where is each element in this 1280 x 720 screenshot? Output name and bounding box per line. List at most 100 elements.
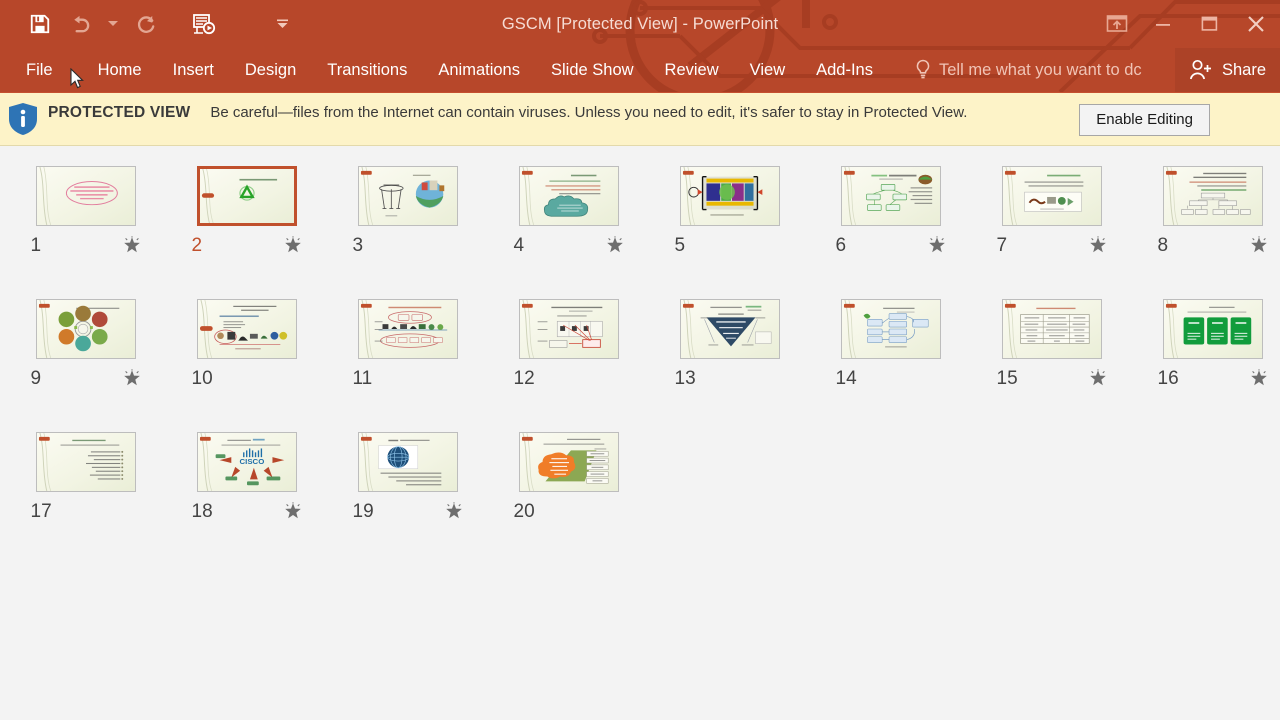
slide-preview[interactable] [840,166,941,226]
slide-thumbnail-image[interactable] [196,166,297,226]
slide-thumbnail-3[interactable]: 3 [332,166,483,299]
slide-preview[interactable] [357,166,458,226]
slide-thumbnail-6[interactable]: 6 [815,166,966,299]
slide-meta: 13 [675,365,785,391]
slide-thumbnail-15[interactable]: 15 [976,299,1127,432]
maximize-button[interactable] [1186,2,1232,46]
slide-thumbnail-image[interactable] [518,299,619,359]
ribbon-display-options-button[interactable] [1094,2,1140,46]
slide-preview[interactable] [1162,166,1263,226]
tab-review[interactable]: Review [665,48,719,92]
animation-star-icon [1089,369,1106,386]
tab-add-ins[interactable]: Add-Ins [816,48,873,92]
slide-thumbnail-12[interactable]: 12 [493,299,644,432]
save-button[interactable] [20,4,60,44]
slide-preview[interactable] [35,432,136,492]
tab-home[interactable]: Home [98,48,142,92]
close-button[interactable] [1232,2,1280,46]
slide-thumbnail-8[interactable]: 8 [1137,166,1280,299]
tell-me-search[interactable]: Tell me what you want to dc [915,59,1142,81]
slide-preview[interactable] [196,299,297,359]
slide-thumbnail-image[interactable] [35,299,136,359]
tab-view[interactable]: View [750,48,785,92]
slide-thumbnail-image[interactable] [840,299,941,359]
slide-sorter-area[interactable]: 1 2 3 4 5 6 7 8 9 10 11 12 13 14 15 16 1… [0,68,1280,720]
close-icon [1248,16,1264,32]
tab-design[interactable]: Design [245,48,296,92]
slide-thumbnail-17[interactable]: 17 [10,432,161,565]
slide-thumbnail-20[interactable]: 20 [493,432,644,565]
slide-thumbnail-image[interactable] [35,432,136,492]
slide-thumbnail-image[interactable] [357,432,458,492]
slide-thumbnail-4[interactable]: 4 [493,166,644,299]
tab-slide-show[interactable]: Slide Show [551,48,634,92]
slide-thumbnail-image[interactable] [35,166,136,226]
slide-thumbnail-19[interactable]: 19 [332,432,483,565]
slide-preview[interactable] [679,299,780,359]
undo-icon [73,15,89,32]
slide-thumbnail-5[interactable]: 5 [654,166,805,299]
slide-preview[interactable] [518,432,619,492]
slide-thumbnail-image[interactable] [518,432,619,492]
slide-meta: 5 [675,232,785,258]
undo-dropdown-button[interactable] [100,4,126,44]
tab-insert[interactable]: Insert [173,48,214,92]
slide-thumbnail-7[interactable]: 7 [976,166,1127,299]
start-from-beginning-button[interactable] [184,4,224,44]
slide-thumbnail-image[interactable] [840,166,941,226]
slide-thumbnail-11[interactable]: 11 [332,299,483,432]
slide-preview[interactable] [35,299,136,359]
slide-preview[interactable] [196,166,297,226]
slide-thumbnail-9[interactable]: 9 [10,299,161,432]
slide-thumbnail-image[interactable] [1001,299,1102,359]
slide-thumbnail-18[interactable]: CISCO 18 [171,432,322,565]
protected-view-message: Be careful—files from the Internet can c… [210,104,968,121]
slide-thumbnail-13[interactable]: 13 [654,299,805,432]
slide-preview[interactable] [679,166,780,226]
slide-thumbnail-image[interactable] [196,299,297,359]
slide-thumbnail-image[interactable] [357,166,458,226]
slide-thumbnail-image[interactable] [357,299,458,359]
slide-preview[interactable] [1162,299,1263,359]
slide-preview[interactable] [518,166,619,226]
slide-meta: 14 [836,365,946,391]
slide-thumbnail-10[interactable]: 10 [171,299,322,432]
slide-preview[interactable] [840,299,941,359]
slide-thumbnail-image[interactable] [679,166,780,226]
slide-meta: 20 [514,498,624,524]
slide-preview[interactable] [357,299,458,359]
slide-thumbnail-image[interactable] [1162,166,1263,226]
slide-row: 9 10 11 12 13 14 15 16 [0,299,1280,432]
enable-editing-button[interactable]: Enable Editing [1079,104,1210,136]
tab-file[interactable]: File [26,48,53,92]
redo-button[interactable] [126,4,166,44]
slide-number: 4 [513,234,525,256]
slide-preview[interactable] [1001,166,1102,226]
slide-number: 17 [30,500,52,522]
slide-thumbnail-2[interactable]: 2 [171,166,322,299]
slide-thumbnail-1[interactable]: 1 [10,166,161,299]
tab-transitions[interactable]: Transitions [327,48,407,92]
slide-meta: 15 [997,365,1107,391]
slide-preview[interactable] [518,299,619,359]
minimize-button[interactable] [1140,2,1186,46]
slide-meta: 18 [192,498,302,524]
animation-star-icon [606,236,623,253]
slide-number: 11 [352,367,373,389]
slide-thumbnail-image[interactable] [1001,166,1102,226]
slide-preview[interactable] [35,166,136,226]
slide-thumbnail-image[interactable]: CISCO [196,432,297,492]
tab-animations[interactable]: Animations [438,48,520,92]
slide-thumbnail-image[interactable] [1162,299,1263,359]
slide-thumbnail-16[interactable]: 16 [1137,299,1280,432]
undo-button[interactable] [60,4,100,44]
slide-number: 3 [352,234,364,256]
slide-thumbnail-image[interactable] [518,166,619,226]
customize-quick-access-button[interactable] [262,4,302,44]
slide-thumbnail-image[interactable] [679,299,780,359]
animation-star-icon [123,236,140,253]
slide-preview[interactable]: CISCO [196,432,297,492]
slide-preview[interactable] [357,432,458,492]
slide-thumbnail-14[interactable]: 14 [815,299,966,432]
slide-preview[interactable] [1001,299,1102,359]
